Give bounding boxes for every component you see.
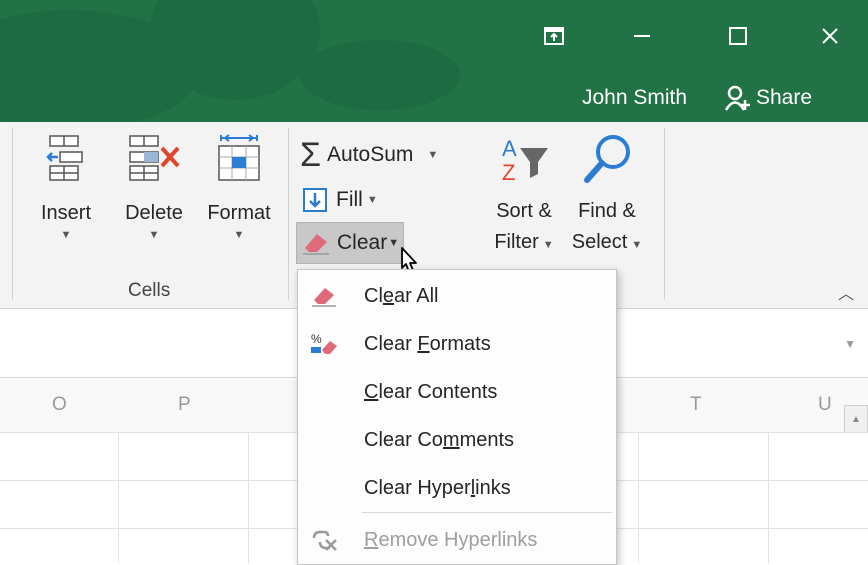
menu-separator [362, 512, 612, 513]
ribbon-display-options-icon [544, 27, 564, 45]
clear-button[interactable]: Clear ▼ [296, 222, 405, 264]
column-header-t[interactable]: T [690, 394, 702, 416]
delete-cells-icon [129, 135, 180, 181]
minimize-button[interactable] [622, 16, 662, 56]
sort-filter-line1: Sort & [496, 200, 552, 222]
chevron-down-icon: ▼ [233, 229, 245, 241]
maximize-button[interactable] [718, 16, 758, 56]
chevron-down-icon: ▼ [60, 229, 72, 241]
chevron-down-icon: ▼ [631, 239, 643, 251]
column-header-p[interactable]: P [178, 394, 191, 416]
find-select-line2: Select [571, 231, 628, 253]
svg-text:Z: Z [502, 160, 515, 185]
fill-down-icon [303, 188, 327, 212]
share-label: Share [756, 86, 813, 109]
menu-item-label: Remove Hyperlinks [364, 528, 538, 551]
find-select-button[interactable]: Find & Select ▼ [566, 132, 648, 254]
close-icon [822, 28, 838, 44]
menu-item-clear-all[interactable]: Clear All [298, 272, 616, 320]
divider [12, 128, 13, 300]
eraser-icon [312, 288, 336, 307]
title-bar: John Smith Share [0, 0, 868, 122]
eraser-icon [303, 234, 329, 255]
fill-button[interactable]: Fill ▼ [302, 184, 378, 216]
menu-item-clear-hyperlinks[interactable]: Clear Hyperlinks [298, 464, 616, 512]
menu-item-label: Clear Comments [364, 428, 515, 451]
sort-filter-icon: A Z [502, 136, 548, 185]
sort-filter-line2: Filter [494, 231, 539, 253]
menu-item-clear-comments[interactable]: Clear Comments [298, 416, 616, 464]
column-header-o[interactable]: O [52, 394, 67, 416]
background-shape [300, 40, 460, 110]
menu-item-remove-hyperlinks: Remove Hyperlinks [298, 516, 616, 564]
chevron-down-icon: ▼ [366, 194, 378, 206]
menu-item-clear-contents[interactable]: Clear Contents [298, 368, 616, 416]
find-select-line1: Find & [578, 200, 636, 222]
collapse-ribbon-icon[interactable]: ︿ [838, 280, 854, 304]
autosum-button[interactable]: Σ AutoSum ▼ [300, 138, 438, 172]
autosum-label: AutoSum [327, 143, 414, 166]
format-label: Format [207, 202, 271, 224]
clear-formats-icon: % [311, 332, 337, 354]
divider [664, 128, 665, 300]
insert-button[interactable]: Insert ▼ [34, 134, 98, 241]
share-person-icon [724, 85, 750, 111]
format-button[interactable]: Format ▼ [198, 134, 280, 241]
menu-item-label: Clear All [364, 284, 439, 307]
magnifier-icon [584, 135, 630, 183]
share-button[interactable]: Share [724, 78, 836, 118]
menu-item-label: Clear Hyperlinks [364, 476, 511, 499]
sigma-icon: Σ [300, 136, 322, 174]
chevron-down-icon: ▼ [427, 149, 439, 161]
menu-item-label: Clear Formats [364, 332, 491, 355]
ribbon-display-options-button[interactable] [534, 16, 574, 56]
delete-button[interactable]: Delete ▼ [114, 134, 194, 241]
svg-text:A: A [502, 136, 517, 161]
svg-text:%: % [311, 332, 322, 346]
expand-formula-bar-icon[interactable]: ▼ [844, 337, 856, 351]
remove-hyperlink-icon [312, 530, 337, 551]
divider [288, 128, 289, 300]
sort-filter-button[interactable]: A Z Sort & Filter ▼ [484, 134, 564, 254]
maximize-icon [729, 27, 747, 45]
fill-label: Fill [336, 188, 363, 211]
cells-group-label: Cells [128, 280, 171, 301]
delete-label: Delete [125, 202, 183, 224]
close-button[interactable] [810, 16, 850, 56]
minimize-icon [634, 35, 650, 37]
scroll-up-button[interactable]: ▲ [844, 405, 868, 433]
insert-label: Insert [40, 202, 92, 224]
menu-item-label: Clear Contents [364, 380, 498, 403]
format-cells-icon [218, 134, 260, 181]
chevron-down-icon: ▼ [148, 229, 160, 241]
menu-item-clear-formats[interactable]: % Clear Formats [298, 320, 616, 368]
clear-label: Clear [337, 231, 388, 254]
chevron-down-icon: ▼ [542, 239, 554, 251]
user-name[interactable]: John Smith [582, 86, 687, 110]
clear-dropdown-menu: Clear All % Clear Formats Clear Contents… [297, 269, 617, 565]
column-header-u[interactable]: U [818, 394, 832, 416]
insert-cells-icon [46, 135, 83, 181]
